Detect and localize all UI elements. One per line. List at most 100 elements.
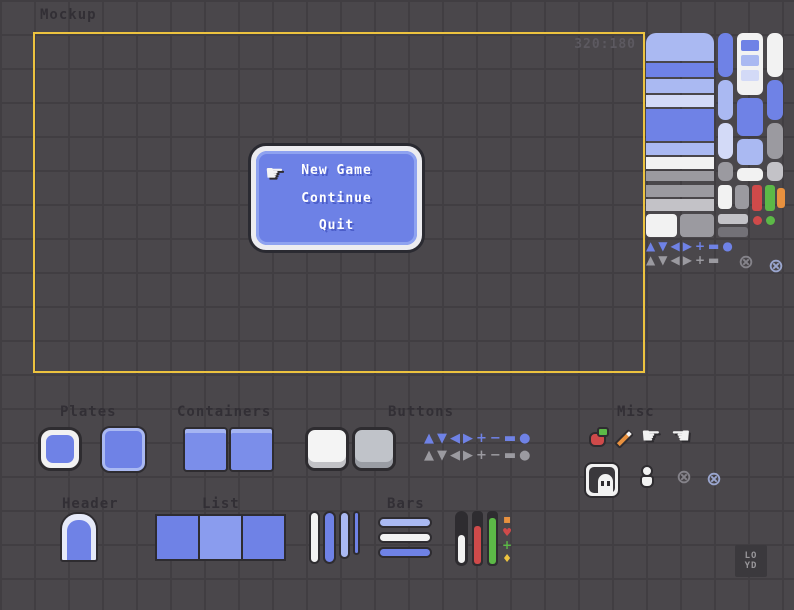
sheet-piece — [737, 168, 763, 181]
arrow-icon: + — [694, 253, 705, 267]
ghost-portrait-frame — [584, 462, 620, 498]
button-sample-gray — [352, 427, 396, 471]
arrow-icon: ▲ — [424, 431, 434, 446]
sheet-piece — [646, 143, 714, 155]
meter-bars-sample: ▪ ♥ + ♦ — [455, 511, 512, 566]
scrollbar-track-lightblue — [339, 511, 350, 559]
section-label-buttons: Buttons — [388, 404, 455, 420]
sheet-piece — [718, 162, 733, 181]
arrow-icon: ▶ — [682, 239, 692, 253]
page-title: Mockup — [40, 7, 97, 23]
sheet-piece — [767, 162, 783, 181]
arrow-icon: ▲ — [424, 448, 434, 463]
arrow-icon: ▲ — [646, 253, 656, 267]
diamond-icon: ♦ — [502, 552, 512, 565]
arrow-icon: ◀ — [450, 448, 460, 463]
header-arch-sample — [60, 512, 98, 562]
arrow-icon: + — [476, 448, 487, 463]
sheet-piece — [737, 139, 763, 165]
ghost-icon — [598, 474, 613, 494]
sheet-piece — [646, 109, 714, 141]
sheet-piece — [767, 123, 783, 159]
person-icon — [638, 465, 656, 495]
portrait-background — [589, 467, 615, 494]
arrow-icon: ▬ — [708, 239, 720, 253]
meter-health-red — [472, 511, 483, 566]
creator-logo: LO YD — [735, 545, 767, 577]
logo-line-2: YD — [744, 561, 758, 571]
section-label-containers: Containers — [177, 404, 272, 420]
progress-bar-lightblue — [378, 517, 432, 528]
close-icon: ⊗ — [706, 468, 722, 490]
arrow-icon: ▼ — [437, 448, 447, 463]
sheet-piece — [766, 216, 775, 225]
arrow-icon: ▼ — [437, 431, 447, 446]
sheet-piece — [741, 70, 759, 81]
sheet-piece — [646, 185, 714, 197]
sheet-piece — [741, 40, 759, 51]
pencil-icon — [614, 429, 634, 449]
section-label-plates: Plates — [60, 404, 117, 420]
sheet-piece — [767, 80, 783, 120]
header-arch-inner — [67, 520, 91, 560]
sheet-piece — [646, 214, 677, 237]
menu-inner-panel: ☛ New Game Continue Quit — [256, 151, 417, 245]
apple-icon — [589, 427, 609, 447]
menu-item-continue[interactable]: Continue — [301, 191, 372, 206]
sheet-piece — [753, 216, 762, 225]
arrow-icon: ▬ — [503, 431, 517, 446]
hand-grab-icon: ☚ — [671, 424, 691, 449]
close-icon: ⊗ — [768, 255, 784, 277]
close-icon: ⊗ — [676, 466, 692, 488]
mockup-frame: 320:180 ☛ New Game Continue Quit — [33, 32, 645, 373]
arrow-icon: ▲ — [646, 239, 656, 253]
arrow-icon: ● — [519, 431, 531, 446]
arrow-icon: − — [489, 431, 501, 446]
sheet-piece — [737, 98, 763, 136]
sheet-piece — [767, 33, 783, 77]
horizontal-bars-sample — [378, 517, 432, 558]
plate-sample-white — [38, 427, 82, 471]
sheet-arrow-icons-blue: ▲ ▼ ◀ ▶ + ▬ ● — [646, 239, 733, 253]
sheet-piece — [741, 55, 759, 66]
section-label-header: Header — [62, 496, 119, 512]
sheet-piece — [646, 63, 714, 77]
arrow-icon: + — [694, 239, 705, 253]
button-sample-white — [305, 427, 349, 471]
sheet-piece — [646, 95, 714, 107]
arrow-icon: ▼ — [658, 253, 668, 267]
sheet-piece — [646, 79, 714, 93]
container-sample — [229, 427, 274, 472]
meter-fill — [474, 526, 481, 564]
plus-icon: + — [502, 538, 513, 552]
meter-fill — [458, 535, 465, 563]
resolution-label: 320:180 — [574, 37, 636, 52]
arrow-icon: ◀ — [450, 431, 460, 446]
arrow-icon: − — [489, 448, 501, 463]
button-arrow-icons-gray: ▲ ▼ ◀ ▶ + − ▬ ● — [424, 449, 530, 463]
scrollbar-track-blue — [323, 511, 336, 564]
hand-point-icon: ☛ — [641, 424, 661, 449]
arrow-icon: ▬ — [708, 253, 720, 267]
arrow-icon: ◀ — [670, 239, 680, 253]
person-body — [640, 475, 654, 488]
arrow-icon: + — [476, 431, 487, 446]
menu-item-new-game[interactable]: New Game — [301, 163, 372, 178]
sheet-piece — [680, 214, 714, 237]
menu-item-quit[interactable]: Quit — [319, 218, 354, 233]
sheet-piece — [646, 199, 714, 211]
meter-icon-stack: ▪ ♥ + ♦ — [502, 513, 513, 566]
progress-bar-blue — [378, 547, 432, 558]
sheet-piece — [718, 227, 748, 237]
sheet-arrow-icons-gray: ▲ ▼ ◀ ▶ + ▬ — [646, 253, 719, 267]
hand-cursor-icon: ☛ — [265, 161, 284, 185]
sheet-piece — [646, 171, 714, 181]
list-cell — [155, 514, 200, 561]
scrollbar-thumb — [353, 511, 360, 555]
sheet-piece — [718, 123, 733, 159]
arrow-icon: ● — [722, 239, 733, 253]
arrow-icon: ▼ — [658, 239, 668, 253]
scrollbar-track-white — [309, 511, 320, 564]
sheet-piece — [752, 185, 762, 211]
sheet-piece — [718, 33, 733, 77]
